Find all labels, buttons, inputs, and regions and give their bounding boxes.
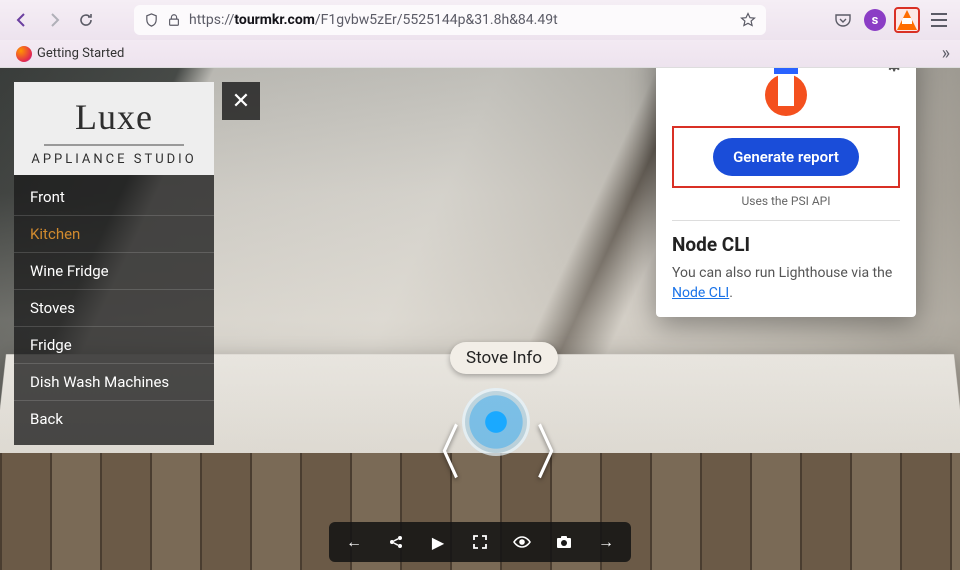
address-bar[interactable]: https://tourmkr.com/F1gvbw5zEr/5525144p&… [134,5,766,35]
ctrl-view-icon[interactable] [501,528,543,556]
menu-item-front[interactable]: Front [14,179,214,216]
close-menu-button[interactable]: ✕ [222,82,260,120]
pocket-icon[interactable] [830,7,856,33]
menu-item-back[interactable]: Back [14,401,214,437]
hamburger-menu-icon[interactable] [926,7,952,33]
generate-report-highlight: Generate report [672,126,900,188]
firefox-icon [16,46,32,62]
back-button[interactable] [8,6,36,34]
bookmark-label: Getting Started [37,46,124,61]
lighthouse-logo [751,68,821,116]
brand-logo: Luxe APPLIANCE STUDIO [14,82,214,175]
ctrl-share-icon[interactable] [375,528,417,556]
menu-item-wine-fridge[interactable]: Wine Fridge [14,253,214,290]
star-icon[interactable] [740,12,756,28]
menu-item-dish-wash[interactable]: Dish Wash Machines [14,364,214,401]
lighthouse-popup: ⚙ Generate report Uses the PSI API Node … [656,68,916,317]
url-text: https://tourmkr.com/F1gvbw5zEr/5525144p&… [189,12,732,28]
browser-toolbar: https://tourmkr.com/F1gvbw5zEr/5525144p&… [0,0,960,40]
bookmarks-bar: Getting Started » [0,40,960,68]
reload-button[interactable] [72,6,100,34]
ctrl-prev-icon[interactable]: ← [333,528,375,556]
ctrl-play-icon[interactable]: ▶ [417,528,459,556]
bookmark-getting-started[interactable]: Getting Started [10,44,130,64]
page-viewport: Luxe APPLIANCE STUDIO Front Kitchen Wine… [0,68,960,570]
extension-s-icon[interactable]: s [862,7,888,33]
logo-sub: APPLIANCE STUDIO [24,152,204,167]
toolbar-extensions: s [830,7,952,33]
menu-item-fridge[interactable]: Fridge [14,327,214,364]
node-cli-heading: Node CLI [672,233,900,256]
bookmarks-overflow-icon[interactable]: » [942,43,950,64]
nav-arrow-right[interactable]: 〉 [536,406,578,491]
hotspot-label[interactable]: Stove Info [450,342,558,374]
settings-gear-icon[interactable]: ⚙ [884,68,904,77]
menu-item-kitchen[interactable]: Kitchen [14,216,214,253]
tour-controls: ← ▶ → [329,522,631,562]
menu-item-stoves[interactable]: Stoves [14,290,214,327]
tour-menu-panel: Luxe APPLIANCE STUDIO Front Kitchen Wine… [14,82,214,445]
node-cli-link[interactable]: Node CLI [672,285,729,301]
shield-icon [144,13,159,28]
generate-report-button[interactable]: Generate report [713,138,859,176]
node-cli-body: You can also run Lighthouse via the Node… [672,264,900,303]
ctrl-camera-icon[interactable] [543,528,585,556]
divider [672,220,900,221]
ctrl-next-icon[interactable]: → [585,528,627,556]
logo-main: Luxe [24,96,204,138]
lock-icon [167,13,181,27]
hotspot-marker[interactable] [462,388,530,456]
psi-note: Uses the PSI API [672,194,900,208]
tour-menu-list: Front Kitchen Wine Fridge Stoves Fridge … [14,175,214,445]
forward-button[interactable] [40,6,68,34]
nav-arrow-left[interactable]: 〈 [418,406,460,491]
ctrl-fullscreen-icon[interactable] [459,528,501,556]
lighthouse-extension-icon[interactable] [894,7,920,33]
